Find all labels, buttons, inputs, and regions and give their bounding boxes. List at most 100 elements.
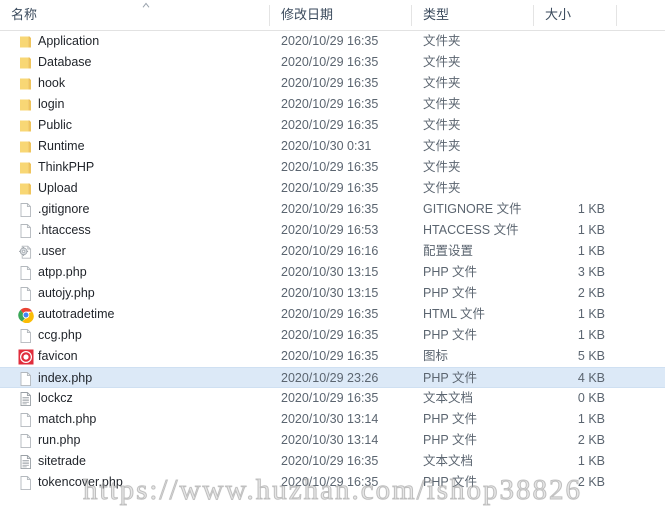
file-size-cell (534, 52, 617, 73)
file-date-modified-cell: 2020/10/29 16:35 (281, 349, 379, 363)
file-size-cell: 1 KB (577, 454, 605, 468)
file-type-cell: PHP 文件 (423, 475, 477, 489)
file-size-cell: 5 KB (577, 349, 605, 363)
file-row[interactable]: login 2020/10/29 16:35 文件夹 (0, 94, 665, 115)
file-name-cell: Application (38, 34, 100, 48)
file-size-cell (534, 73, 617, 94)
file-size-cell: 1 KB (577, 202, 605, 216)
file-row[interactable]: autotradetime 2020/10/29 16:35 HTML 文件 1 KB (0, 304, 665, 325)
file-date-modified-cell: 2020/10/29 16:35 (281, 181, 379, 195)
file-row[interactable]: .gitignore 2020/10/29 16:35 GITIGNORE 文件 1 … (0, 199, 665, 220)
file-row[interactable]: Runtime 2020/10/30 0:31 文件夹 (0, 136, 665, 157)
file-date-modified-cell: 2020/10/29 16:35 (281, 391, 379, 405)
file-size-cell (534, 94, 617, 115)
file-size-cell: 1 KB (577, 244, 605, 258)
file-row[interactable]: Upload 2020/10/29 16:35 文件夹 (0, 178, 665, 199)
file-type-cell: 文件夹 (423, 139, 461, 153)
file-type-cell: PHP 文件 (423, 412, 477, 426)
file-size-cell: 3 KB (577, 265, 605, 279)
file-name-cell: ThinkPHP (38, 160, 95, 174)
file-date-modified-cell: 2020/10/29 16:35 (281, 118, 379, 132)
file-name-cell: index.php (38, 371, 93, 385)
file-type-cell: 文本文档 (423, 454, 474, 468)
file-row[interactable]: tokencover.php 2020/10/29 16:35 PHP 文件 2 KB (0, 472, 665, 493)
column-header-name[interactable]: 名称 (0, 0, 268, 30)
file-name-cell: lockcz (38, 391, 73, 405)
file-name-cell: .htaccess (38, 223, 91, 237)
file-row[interactable]: atpp.php 2020/10/30 13:15 PHP 文件 3 KB (0, 262, 665, 283)
file-name-cell: hook (38, 76, 66, 90)
file-row[interactable]: match.php 2020/10/30 13:14 PHP 文件 1 KB (0, 409, 665, 430)
file-name-cell: favicon (38, 349, 78, 363)
file-date-modified-cell: 2020/10/29 16:35 (281, 160, 379, 174)
file-type-cell: 文件夹 (423, 160, 461, 174)
file-name-cell: Runtime (38, 139, 85, 153)
file-row[interactable]: sitetrade 2020/10/29 16:35 文本文档 1 KB (0, 451, 665, 472)
file-type-cell: PHP 文件 (423, 371, 477, 385)
file-row[interactable]: ccg.php 2020/10/29 16:35 PHP 文件 1 KB (0, 325, 665, 346)
file-name-cell: sitetrade (38, 454, 86, 468)
file-row[interactable]: index.php 2020/10/29 23:26 PHP 文件 4 KB (0, 367, 665, 388)
file-name-cell: Upload (38, 181, 78, 195)
file-type-cell: GITIGNORE 文件 (423, 202, 522, 216)
file-row[interactable]: ThinkPHP 2020/10/29 16:35 文件夹 (0, 157, 665, 178)
file-size-cell (534, 115, 617, 136)
file-row[interactable]: Public 2020/10/29 16:35 文件夹 (0, 115, 665, 136)
file-type-cell: 配置设置 (423, 244, 474, 258)
column-header-size[interactable]: 大小 (534, 0, 617, 30)
file-size-cell (534, 31, 617, 52)
file-type-cell: 文件夹 (423, 97, 461, 111)
column-divider-size-end[interactable] (616, 5, 617, 26)
file-size-cell: 1 KB (577, 307, 605, 321)
file-date-modified-cell: 2020/10/29 16:16 (281, 244, 379, 258)
file-type-cell: 文件夹 (423, 76, 461, 90)
file-date-modified-cell: 2020/10/29 16:35 (281, 328, 379, 342)
file-size-cell: 1 KB (577, 223, 605, 237)
file-type-cell: 图标 (423, 349, 449, 363)
file-type-cell: 文件夹 (423, 55, 461, 69)
file-name-cell: run.php (38, 433, 81, 447)
sort-ascending-icon (140, 1, 152, 9)
file-size-cell (534, 157, 617, 178)
file-row[interactable]: Database 2020/10/29 16:35 文件夹 (0, 52, 665, 73)
file-row[interactable]: .htaccess 2020/10/29 16:53 HTACCESS 文件 1 KB (0, 220, 665, 241)
file-date-modified-cell: 2020/10/29 16:35 (281, 202, 379, 216)
file-list-rows: Application 2020/10/29 16:35 文件夹 Database 20… (0, 31, 665, 521)
file-date-modified-cell: 2020/10/29 23:26 (281, 371, 379, 385)
column-header-type[interactable]: 类型 (412, 0, 534, 30)
file-size-cell: 2 KB (577, 433, 605, 447)
file-name-cell: atpp.php (38, 265, 87, 279)
column-header-date-modified-label: 修改日期 (281, 7, 334, 22)
file-size-cell: 4 KB (577, 371, 605, 385)
file-date-modified-cell: 2020/10/29 16:35 (281, 76, 379, 90)
file-name-cell: .gitignore (38, 202, 90, 216)
column-header-name-label: 名称 (11, 7, 38, 22)
file-name-cell: autotradetime (38, 307, 115, 321)
file-row[interactable]: Application 2020/10/29 16:35 文件夹 (0, 31, 665, 52)
file-type-cell: PHP 文件 (423, 328, 477, 342)
file-name-cell: Public (38, 118, 73, 132)
file-date-modified-cell: 2020/10/29 16:35 (281, 55, 379, 69)
file-row[interactable]: autojy.php 2020/10/30 13:15 PHP 文件 2 KB (0, 283, 665, 304)
file-type-cell: 文件夹 (423, 118, 461, 132)
file-size-cell: 0 KB (577, 391, 605, 405)
file-type-cell: PHP 文件 (423, 265, 477, 279)
file-row[interactable]: .user 2020/10/29 16:16 配置设置 1 KB (0, 241, 665, 262)
file-row[interactable]: favicon 2020/10/29 16:35 图标 5 KB (0, 346, 665, 367)
file-name-cell: autojy.php (38, 286, 95, 300)
file-date-modified-cell: 2020/10/29 16:35 (281, 34, 379, 48)
column-header-date-modified[interactable]: 修改日期 (270, 0, 412, 30)
file-date-modified-cell: 2020/10/29 16:35 (281, 454, 379, 468)
file-name-cell: login (38, 97, 65, 111)
file-name-cell: match.php (38, 412, 97, 426)
file-row[interactable]: run.php 2020/10/30 13:14 PHP 文件 2 KB (0, 430, 665, 451)
file-row[interactable]: lockcz 2020/10/29 16:35 文本文档 0 KB (0, 388, 665, 409)
file-type-cell: 文本文档 (423, 391, 474, 405)
file-type-cell: HTACCESS 文件 (423, 223, 519, 237)
file-date-modified-cell: 2020/10/30 0:31 (281, 139, 372, 153)
file-type-cell: PHP 文件 (423, 433, 477, 447)
file-name-cell: .user (38, 244, 66, 258)
file-row[interactable]: hook 2020/10/29 16:35 文件夹 (0, 73, 665, 94)
column-header-type-label: 类型 (423, 7, 450, 22)
file-date-modified-cell: 2020/10/29 16:35 (281, 97, 379, 111)
